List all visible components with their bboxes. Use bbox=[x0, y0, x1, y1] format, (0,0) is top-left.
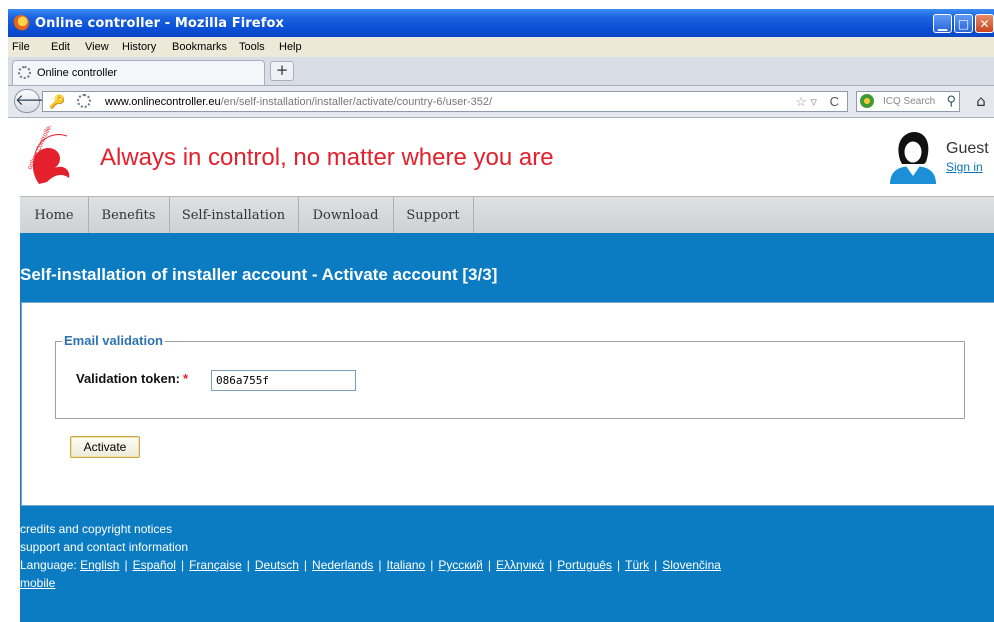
new-tab-button[interactable]: + bbox=[270, 61, 294, 81]
site-nav-menu: Home Benefits Self-installation Download… bbox=[20, 196, 994, 234]
lang-italiano[interactable]: Italiano bbox=[387, 558, 426, 572]
form-panel: Email validation Validation token: * 086a… bbox=[21, 302, 994, 506]
lang-greek[interactable]: Ελληνικά bbox=[496, 558, 544, 572]
guest-name: Guest bbox=[946, 140, 989, 157]
lang-portugues[interactable]: Português bbox=[557, 558, 612, 572]
minimize-button[interactable]: ▁ bbox=[933, 14, 952, 33]
site-icon bbox=[77, 94, 91, 108]
star-icon[interactable]: ☆ ▿ bbox=[795, 94, 817, 110]
credits-link[interactable]: credits and copyright notices bbox=[20, 520, 721, 538]
menu-bookmarks[interactable]: Bookmarks bbox=[172, 41, 227, 53]
activate-button[interactable]: Activate bbox=[70, 436, 140, 458]
site-footer: credits and copyright notices support an… bbox=[20, 520, 721, 592]
separator: | bbox=[124, 558, 128, 572]
validation-token-input[interactable]: 086a755f bbox=[211, 370, 356, 391]
separator: | bbox=[654, 558, 658, 572]
separator: | bbox=[246, 558, 250, 572]
lang-russian[interactable]: Русский bbox=[438, 558, 483, 572]
support-link[interactable]: support and contact information bbox=[20, 538, 721, 556]
main-content: Self-installation of installer account -… bbox=[20, 233, 994, 622]
menu-edit[interactable]: Edit bbox=[51, 41, 70, 53]
magnifier-icon[interactable]: ⚲ bbox=[946, 93, 956, 109]
menu-bar: File Edit View History Bookmarks Tools H… bbox=[8, 37, 994, 57]
reload-icon[interactable]: C bbox=[830, 94, 839, 109]
url-text[interactable]: www.onlinecontroller.eu/en/self-installa… bbox=[105, 96, 492, 108]
key-icon: 🔑 bbox=[49, 94, 66, 109]
separator: | bbox=[549, 558, 553, 572]
menu-view[interactable]: View bbox=[85, 41, 109, 53]
separator: | bbox=[430, 558, 434, 572]
navigation-bar: 🡐 🔑 www.onlinecontroller.eu/en/self-inst… bbox=[8, 86, 994, 118]
search-bar[interactable]: ICQ Search ⚲ bbox=[856, 91, 960, 112]
menu-tools[interactable]: Tools bbox=[239, 41, 265, 53]
separator: | bbox=[303, 558, 308, 572]
nav-home[interactable]: Home bbox=[20, 197, 89, 234]
tab-label: Online controller bbox=[37, 67, 118, 79]
language-row: Language: English | Español | Française | Deut… bbox=[20, 556, 721, 574]
site-slogan: Always in control, no matter where you a… bbox=[100, 144, 554, 171]
mobile-link[interactable]: mobile bbox=[20, 576, 55, 590]
window-title: Online controller - Mozilla Firefox bbox=[35, 16, 284, 31]
lang-english[interactable]: English bbox=[80, 558, 119, 572]
lang-deutsch[interactable]: Deutsch bbox=[255, 558, 299, 572]
lang-nederlands[interactable]: Nederlands bbox=[312, 558, 373, 572]
language-label: Language: bbox=[20, 558, 77, 572]
menu-file[interactable]: File bbox=[12, 41, 30, 53]
nav-benefits[interactable]: Benefits bbox=[88, 197, 170, 234]
guest-avatar-icon bbox=[890, 132, 936, 184]
page-title: Self-installation of installer account -… bbox=[20, 265, 498, 284]
online-controller-logo[interactable]: online controller bbox=[25, 126, 85, 188]
url-domain: www.onlinecontroller.eu bbox=[105, 96, 221, 108]
firefox-icon bbox=[13, 15, 29, 31]
back-button[interactable]: 🡐 bbox=[14, 89, 55, 113]
menu-history[interactable]: History bbox=[122, 41, 156, 53]
window-titlebar: Online controller - Mozilla Firefox ▁ □ … bbox=[8, 9, 994, 37]
fieldset-legend: Email validation bbox=[62, 333, 165, 348]
lang-turk[interactable]: Türk bbox=[625, 558, 649, 572]
tab-strip: Online controller + bbox=[8, 57, 994, 86]
site-favicon-icon bbox=[18, 66, 31, 79]
close-button[interactable]: ✕ bbox=[975, 14, 994, 33]
nav-self-installation[interactable]: Self-installation bbox=[169, 197, 299, 234]
separator: | bbox=[616, 558, 621, 572]
nav-download[interactable]: Download bbox=[298, 197, 394, 234]
maximize-button[interactable]: □ bbox=[954, 14, 973, 33]
required-marker: * bbox=[183, 371, 189, 386]
tab-online-controller[interactable]: Online controller bbox=[12, 60, 265, 85]
email-validation-fieldset bbox=[55, 341, 965, 419]
web-page: online controller Always in control, no … bbox=[8, 118, 994, 622]
home-icon[interactable]: ⌂ bbox=[970, 92, 992, 112]
lang-espanol[interactable]: Español bbox=[133, 558, 176, 572]
validation-token-label: Validation token: * bbox=[76, 371, 188, 386]
nav-support[interactable]: Support bbox=[393, 197, 474, 234]
url-bar[interactable]: 🔑 www.onlinecontroller.eu/en/self-instal… bbox=[42, 91, 848, 112]
menu-help[interactable]: Help bbox=[279, 41, 302, 53]
validation-token-label-text: Validation token: bbox=[76, 371, 181, 386]
lang-slovencina[interactable]: Slovenčina bbox=[662, 558, 721, 572]
search-placeholder: ICQ Search bbox=[883, 96, 936, 107]
sign-in-link[interactable]: Sign in bbox=[946, 160, 983, 174]
site-header: online controller Always in control, no … bbox=[8, 118, 994, 195]
separator: | bbox=[487, 558, 492, 572]
url-path: /en/self-installation/installer/activate… bbox=[220, 96, 493, 108]
separator: | bbox=[180, 558, 185, 572]
separator: | bbox=[378, 558, 382, 572]
lang-francaise[interactable]: Française bbox=[189, 558, 242, 572]
search-engine-icon[interactable] bbox=[860, 94, 874, 108]
